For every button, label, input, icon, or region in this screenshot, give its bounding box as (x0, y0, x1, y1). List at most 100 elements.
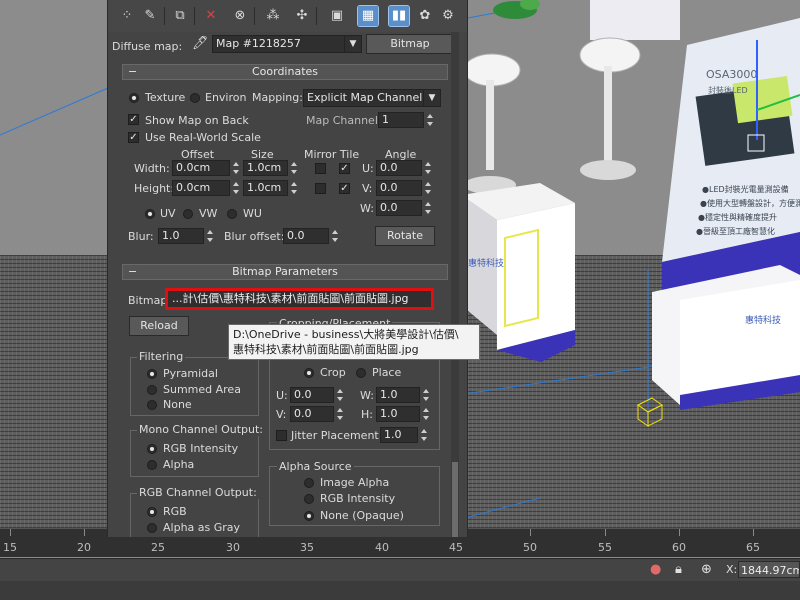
blur-offset-field[interactable]: 0.0 (283, 228, 329, 244)
alpha-rgb-intensity-radio[interactable] (304, 494, 314, 504)
pick-material-icon[interactable]: ✎ (140, 6, 160, 26)
mono-rgb-intensity-label: RGB Intensity (163, 442, 239, 455)
rgb-output-label: RGB Channel Output: (137, 486, 259, 499)
uv-radio[interactable] (145, 209, 155, 219)
map-channel-spinner[interactable] (426, 112, 435, 128)
jitter-checkbox[interactable] (276, 430, 287, 441)
width-size-spinner[interactable] (290, 160, 299, 176)
x-coord-field[interactable]: 1844.97cm (738, 561, 800, 578)
place-radio[interactable] (356, 368, 366, 378)
crop-v-label: V: (276, 408, 287, 421)
angle-w-field[interactable]: 0.0 (376, 200, 422, 216)
transform-mode-icon[interactable]: ⊕ (701, 562, 712, 577)
scrollbar-thumb[interactable] (452, 462, 458, 537)
crop-u-field[interactable]: 0.0 (290, 387, 334, 403)
none-opaque-radio[interactable] (304, 511, 314, 521)
environ-radio[interactable] (190, 93, 200, 103)
toolbar-separator (254, 7, 255, 25)
map-name-dropdown[interactable]: Map #1218257 ▼ (212, 35, 362, 53)
height-offset-field[interactable]: 0.0cm (172, 180, 230, 196)
crop-h-field[interactable]: 1.0 (376, 406, 420, 422)
jitter-spinner[interactable] (420, 427, 429, 443)
shaded-map-icon[interactable]: ▮▮ (388, 5, 410, 27)
material-id-icon[interactable]: ✿ (415, 6, 435, 26)
put-to-scene-icon[interactable]: ⧉ (170, 6, 190, 26)
material-effects-icon[interactable]: ⊗ (230, 6, 250, 26)
angle-u-field[interactable]: 0.0 (376, 160, 422, 176)
alpha-as-gray-radio[interactable] (147, 523, 157, 533)
angle-v-spinner[interactable] (424, 180, 433, 196)
counter-logo: 惠特科技 (468, 257, 504, 269)
mono-rgb-intensity-radio[interactable] (147, 444, 157, 454)
height-offset-spinner[interactable] (232, 180, 241, 196)
use-real-world-scale-checkbox[interactable]: ✓ (128, 132, 139, 143)
height-size-spinner[interactable] (290, 180, 299, 196)
image-alpha-radio[interactable] (304, 478, 314, 488)
booth-subheadline: 封裝後LED (708, 85, 748, 95)
mapping-dropdown[interactable]: Explicit Map Channel ▼ (303, 89, 441, 107)
show-map-on-back-label: Show Map on Back (145, 114, 249, 127)
crop-w-field[interactable]: 1.0 (376, 387, 420, 403)
show-map-on-back-checkbox[interactable]: ✓ (128, 114, 139, 125)
assign-material-icon[interactable]: ✣ (292, 6, 312, 26)
mirror-u-checkbox[interactable] (315, 163, 326, 174)
isolate-icon[interactable]: ● (650, 562, 661, 577)
map-channel-field[interactable]: 1 (378, 112, 424, 128)
selected-object-cube[interactable] (637, 397, 663, 427)
mirror-v-checkbox[interactable] (315, 183, 326, 194)
blur-field[interactable]: 1.0 (158, 228, 204, 244)
wu-radio[interactable] (227, 209, 237, 219)
crop-h-spinner[interactable] (422, 406, 431, 422)
blur-spinner[interactable] (206, 228, 215, 244)
crop-radio[interactable] (304, 368, 314, 378)
plant (493, 0, 540, 19)
jitter-label: Jitter Placement: (291, 429, 383, 442)
background-icon[interactable]: ▣ (327, 6, 347, 26)
bitmap-params-rollout-header[interactable]: − Bitmap Parameters (122, 264, 448, 280)
options-icon[interactable]: ⚙ (438, 6, 458, 26)
show-map-icon[interactable]: ⁂ (263, 6, 283, 26)
coordinates-rollout-header[interactable]: − Coordinates (122, 64, 448, 80)
delete-icon[interactable]: ✕ (201, 6, 221, 26)
reload-button[interactable]: Reload (129, 316, 189, 336)
checker-icon[interactable]: ▦ (357, 5, 379, 27)
crop-v-spinner[interactable] (336, 406, 345, 422)
rgb-label: RGB (163, 505, 187, 518)
rgb-radio[interactable] (147, 507, 157, 517)
ruler-label: 65 (746, 541, 760, 554)
coordinates-title: Coordinates (251, 65, 319, 78)
crop-w-spinner[interactable] (422, 387, 431, 403)
tile-u-checkbox[interactable]: ✓ (339, 163, 350, 174)
pyramidal-radio[interactable] (147, 369, 157, 379)
mono-alpha-radio[interactable] (147, 460, 157, 470)
bitmap-path-button[interactable]: ...計\估價\惠特科技\素材\前面貼圖\前面貼圖.jpg (165, 288, 434, 310)
vw-radio[interactable] (183, 209, 193, 219)
none-opaque-label: None (Opaque) (320, 509, 404, 522)
crop-v-field[interactable]: 0.0 (290, 406, 334, 422)
eyedropper-icon[interactable]: 🖊︎ (192, 36, 209, 51)
width-size-field[interactable]: 1.0cm (243, 160, 288, 176)
filter-none-radio[interactable] (147, 400, 157, 410)
jitter-field[interactable]: 1.0 (380, 427, 418, 443)
map-type-button[interactable]: Bitmap (366, 34, 454, 54)
rotate-button[interactable]: Rotate (375, 226, 435, 246)
crop-u-spinner[interactable] (336, 387, 345, 403)
angle-v-field[interactable]: 0.0 (376, 180, 422, 196)
texture-radio[interactable] (129, 93, 139, 103)
summed-area-radio[interactable] (147, 385, 157, 395)
bottom-strip (0, 581, 800, 600)
angle-w-spinner[interactable] (424, 200, 433, 216)
blur-offset-spinner[interactable] (331, 228, 340, 244)
bitmap-path-tooltip: D:\OneDrive - business\大將美學設計\估價\ 惠特科技\素… (228, 324, 480, 360)
height-size-field[interactable]: 1.0cm (243, 180, 288, 196)
ruler-tick (605, 529, 606, 536)
angle-u-spinner[interactable] (424, 160, 433, 176)
lock-icon[interactable]: 🔒︎ (675, 562, 682, 577)
panel-scrollbar[interactable] (451, 32, 459, 537)
filtering-label: Filtering (137, 350, 186, 363)
width-offset-spinner[interactable] (232, 160, 241, 176)
crop-h-label: H: (361, 408, 373, 421)
select-icon[interactable]: ⁘ (117, 6, 137, 26)
width-offset-field[interactable]: 0.0cm (172, 160, 230, 176)
tile-v-checkbox[interactable]: ✓ (339, 183, 350, 194)
